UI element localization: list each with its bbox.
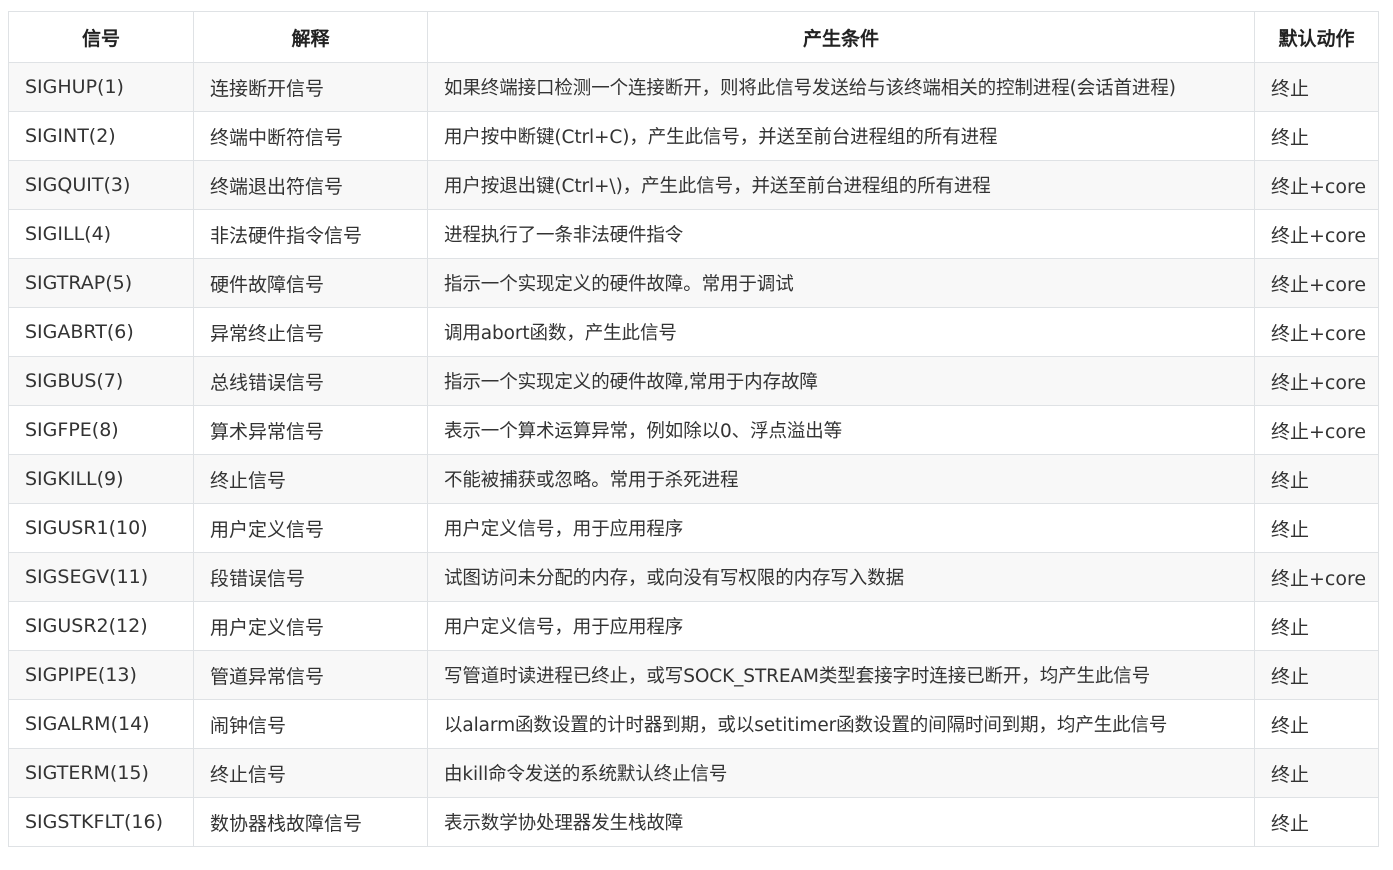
signal-cell: SIGUSR1(10) xyxy=(8,503,194,553)
description-cell: 用户定义信号 xyxy=(193,503,428,553)
default-action-cell: 终止 xyxy=(1254,111,1379,161)
signal-table: 信号 解释 产生条件 默认动作 SIGHUP(1) 连接断开信号 如果终端接口检测一… xyxy=(8,11,1379,847)
condition-cell: 不能被捕获或忽略。常用于杀死进程 xyxy=(427,454,1255,504)
condition-cell: 试图访问未分配的内存，或向没有写权限的内存写入数据 xyxy=(427,552,1255,602)
description-cell: 段错误信号 xyxy=(193,552,428,602)
header-row: 信号 解释 产生条件 默认动作 xyxy=(8,11,1379,63)
description-cell: 硬件故障信号 xyxy=(193,258,428,308)
table-row: SIGALRM(14) 闹钟信号 以alarm函数设置的计时器到期，或以setiti… xyxy=(8,699,1379,749)
description-cell: 异常终止信号 xyxy=(193,307,428,357)
table-row: SIGFPE(8) 算术异常信号 表示一个算术运算异常，例如除以0、浮点溢出等 终止+… xyxy=(8,405,1379,455)
condition-cell: 用户定义信号，用于应用程序 xyxy=(427,601,1255,651)
default-action-cell: 终止 xyxy=(1254,748,1379,798)
condition-cell: 指示一个实现定义的硬件故障。常用于调试 xyxy=(427,258,1255,308)
default-action-cell: 终止+core xyxy=(1254,405,1379,455)
table-row: SIGTRAP(5) 硬件故障信号 指示一个实现定义的硬件故障。常用于调试 终止+co… xyxy=(8,258,1379,308)
table-row: SIGTERM(15) 终止信号 由kill命令发送的系统默认终止信号 终止 xyxy=(8,748,1379,798)
table-row: SIGILL(4) 非法硬件指令信号 进程执行了一条非法硬件指令 终止+core xyxy=(8,209,1379,259)
description-cell: 数协器栈故障信号 xyxy=(193,797,428,847)
condition-cell: 进程执行了一条非法硬件指令 xyxy=(427,209,1255,259)
default-action-cell: 终止 xyxy=(1254,650,1379,700)
signal-cell: SIGTERM(15) xyxy=(8,748,194,798)
condition-cell: 用户定义信号，用于应用程序 xyxy=(427,503,1255,553)
table-row: SIGPIPE(13) 管道异常信号 写管道时读进程已终止，或写SOCK_STREA… xyxy=(8,650,1379,700)
signal-cell: SIGINT(2) xyxy=(8,111,194,161)
description-cell: 终端中断符信号 xyxy=(193,111,428,161)
signal-table-container: 信号 解释 产生条件 默认动作 SIGHUP(1) 连接断开信号 如果终端接口检测一… xyxy=(8,11,1379,847)
table-row: SIGUSR1(10) 用户定义信号 用户定义信号，用于应用程序 终止 xyxy=(8,503,1379,553)
table-row: SIGSEGV(11) 段错误信号 试图访问未分配的内存，或向没有写权限的内存写入数… xyxy=(8,552,1379,602)
table-row: SIGHUP(1) 连接断开信号 如果终端接口检测一个连接断开，则将此信号发送给与该… xyxy=(8,62,1379,112)
description-cell: 用户定义信号 xyxy=(193,601,428,651)
condition-cell: 写管道时读进程已终止，或写SOCK_STREAM类型套接字时连接已断开，均产生此… xyxy=(427,650,1255,700)
description-cell: 管道异常信号 xyxy=(193,650,428,700)
signal-cell: SIGUSR2(12) xyxy=(8,601,194,651)
signal-cell: SIGPIPE(13) xyxy=(8,650,194,700)
condition-cell: 调用abort函数，产生此信号 xyxy=(427,307,1255,357)
default-action-cell: 终止 xyxy=(1254,62,1379,112)
condition-cell: 表示一个算术运算异常，例如除以0、浮点溢出等 xyxy=(427,405,1255,455)
signal-cell: SIGABRT(6) xyxy=(8,307,194,357)
condition-cell: 用户按中断键(Ctrl+C)，产生此信号，并送至前台进程组的所有进程 xyxy=(427,111,1255,161)
table-row: SIGBUS(7) 总线错误信号 指示一个实现定义的硬件故障,常用于内存故障 终止+c… xyxy=(8,356,1379,406)
description-cell: 总线错误信号 xyxy=(193,356,428,406)
table-row: SIGSTKFLT(16) 数协器栈故障信号 表示数学协处理器发生栈故障 终止 xyxy=(8,797,1379,847)
header-condition: 产生条件 xyxy=(427,11,1255,63)
signal-cell: SIGILL(4) xyxy=(8,209,194,259)
table-row: SIGUSR2(12) 用户定义信号 用户定义信号，用于应用程序 终止 xyxy=(8,601,1379,651)
default-action-cell: 终止 xyxy=(1254,699,1379,749)
header-signal: 信号 xyxy=(8,11,194,63)
table-row: SIGKILL(9) 终止信号 不能被捕获或忽略。常用于杀死进程 终止 xyxy=(8,454,1379,504)
table-body: SIGHUP(1) 连接断开信号 如果终端接口检测一个连接断开，则将此信号发送给与该… xyxy=(8,62,1379,847)
description-cell: 闹钟信号 xyxy=(193,699,428,749)
default-action-cell: 终止 xyxy=(1254,454,1379,504)
condition-cell: 以alarm函数设置的计时器到期，或以setitimer函数设置的间隔时间到期，… xyxy=(427,699,1255,749)
description-cell: 算术异常信号 xyxy=(193,405,428,455)
default-action-cell: 终止+core xyxy=(1254,258,1379,308)
signal-cell: SIGSTKFLT(16) xyxy=(8,797,194,847)
default-action-cell: 终止 xyxy=(1254,503,1379,553)
condition-cell: 指示一个实现定义的硬件故障,常用于内存故障 xyxy=(427,356,1255,406)
table-header: 信号 解释 产生条件 默认动作 xyxy=(8,11,1379,63)
description-cell: 终止信号 xyxy=(193,454,428,504)
description-cell: 非法硬件指令信号 xyxy=(193,209,428,259)
description-cell: 终端退出符信号 xyxy=(193,160,428,210)
default-action-cell: 终止 xyxy=(1254,797,1379,847)
table-row: SIGABRT(6) 异常终止信号 调用abort函数，产生此信号 终止+core xyxy=(8,307,1379,357)
description-cell: 终止信号 xyxy=(193,748,428,798)
table-row: SIGINT(2) 终端中断符信号 用户按中断键(Ctrl+C)，产生此信号，并送至… xyxy=(8,111,1379,161)
signal-cell: SIGTRAP(5) xyxy=(8,258,194,308)
signal-cell: SIGKILL(9) xyxy=(8,454,194,504)
condition-cell: 如果终端接口检测一个连接断开，则将此信号发送给与该终端相关的控制进程(会话首进程… xyxy=(427,62,1255,112)
default-action-cell: 终止+core xyxy=(1254,209,1379,259)
signal-cell: SIGQUIT(3) xyxy=(8,160,194,210)
signal-cell: SIGSEGV(11) xyxy=(8,552,194,602)
header-default-action: 默认动作 xyxy=(1254,11,1379,63)
signal-cell: SIGHUP(1) xyxy=(8,62,194,112)
table-row: SIGQUIT(3) 终端退出符信号 用户按退出键(Ctrl+\)，产生此信号，并送… xyxy=(8,160,1379,210)
default-action-cell: 终止+core xyxy=(1254,552,1379,602)
default-action-cell: 终止+core xyxy=(1254,356,1379,406)
condition-cell: 由kill命令发送的系统默认终止信号 xyxy=(427,748,1255,798)
header-description: 解释 xyxy=(193,11,428,63)
condition-cell: 表示数学协处理器发生栈故障 xyxy=(427,797,1255,847)
default-action-cell: 终止 xyxy=(1254,601,1379,651)
signal-cell: SIGALRM(14) xyxy=(8,699,194,749)
signal-cell: SIGFPE(8) xyxy=(8,405,194,455)
default-action-cell: 终止+core xyxy=(1254,160,1379,210)
signal-cell: SIGBUS(7) xyxy=(8,356,194,406)
default-action-cell: 终止+core xyxy=(1254,307,1379,357)
condition-cell: 用户按退出键(Ctrl+\)，产生此信号，并送至前台进程组的所有进程 xyxy=(427,160,1255,210)
description-cell: 连接断开信号 xyxy=(193,62,428,112)
